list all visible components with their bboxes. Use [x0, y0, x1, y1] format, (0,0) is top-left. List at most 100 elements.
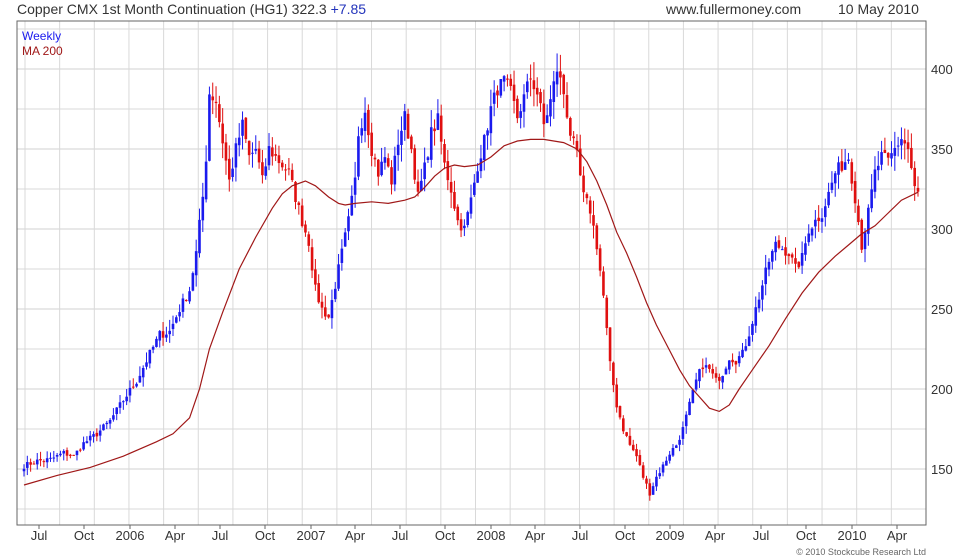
x-tick-label: Jul — [212, 528, 229, 543]
candle — [333, 281, 337, 303]
candle — [138, 366, 142, 383]
candle — [704, 357, 708, 374]
candle — [585, 192, 589, 205]
candle — [552, 70, 556, 119]
x-tick-label: Apr — [705, 528, 726, 543]
candle — [420, 168, 423, 192]
candle — [661, 461, 665, 477]
candle — [340, 239, 344, 271]
candle — [112, 408, 115, 422]
candle — [651, 482, 655, 495]
candle — [396, 129, 400, 171]
candle — [108, 418, 112, 429]
candle — [439, 104, 443, 155]
candle — [383, 146, 387, 170]
candle — [741, 342, 744, 359]
candle — [724, 366, 728, 375]
candle — [118, 395, 122, 414]
candle — [45, 451, 49, 469]
candle — [85, 436, 89, 444]
candle — [237, 123, 241, 157]
y-tick-label: 200 — [931, 382, 953, 397]
candle — [380, 147, 383, 177]
candle — [771, 249, 774, 270]
candle — [234, 137, 238, 182]
candle — [135, 382, 138, 388]
candle — [694, 372, 698, 392]
candle — [115, 407, 119, 421]
candle — [466, 210, 469, 228]
candle — [227, 145, 231, 192]
chart-grid — [17, 21, 927, 525]
candle — [853, 171, 857, 213]
candle — [141, 365, 145, 387]
candle — [208, 86, 211, 162]
x-tick-label: Oct — [796, 528, 817, 543]
candle — [314, 259, 317, 291]
candle — [254, 135, 258, 155]
candle — [175, 315, 178, 324]
candle — [701, 358, 705, 378]
candle — [588, 196, 592, 224]
candle — [310, 238, 314, 279]
candle — [343, 228, 347, 247]
candle — [42, 459, 46, 468]
candle — [555, 53, 559, 97]
candle — [668, 450, 671, 464]
candle — [171, 315, 175, 336]
candle — [916, 176, 920, 197]
candle — [747, 326, 751, 347]
candle — [241, 111, 244, 150]
candle — [406, 108, 410, 139]
candle — [843, 148, 847, 170]
candle — [330, 289, 334, 329]
candle — [307, 231, 311, 252]
candle — [188, 286, 191, 304]
candle — [165, 326, 168, 342]
x-tick-label: Oct — [435, 528, 456, 543]
candle — [565, 82, 569, 120]
candle — [449, 167, 453, 209]
candle — [469, 184, 473, 219]
candle — [476, 163, 479, 183]
candle — [833, 170, 837, 197]
candlestick-chart: 150 200 250 300 350 400 Jul Oct 2006 Apr Jul Oct 20… — [16, 20, 953, 557]
candle — [522, 84, 526, 128]
candle — [810, 227, 814, 242]
candle — [592, 200, 595, 239]
candle — [804, 236, 807, 261]
candle — [496, 85, 499, 108]
candle — [774, 236, 777, 261]
x-tick-label: Apr — [165, 528, 186, 543]
candle — [350, 185, 354, 217]
y-tick-label: 400 — [931, 62, 953, 77]
candle — [158, 330, 162, 348]
candle — [721, 375, 724, 389]
candle — [413, 144, 417, 184]
candle — [274, 144, 277, 162]
candle — [363, 97, 367, 143]
candle — [261, 149, 264, 184]
y-tick-label: 350 — [931, 142, 953, 157]
candle — [78, 448, 82, 453]
candle — [95, 428, 99, 442]
candle — [287, 158, 291, 176]
candle — [125, 388, 128, 406]
y-tick-label: 150 — [931, 462, 953, 477]
candle — [867, 204, 870, 246]
candle — [55, 452, 59, 462]
candle — [267, 133, 271, 171]
candle — [754, 296, 758, 333]
candle — [131, 378, 135, 389]
x-tick-label: Jul — [572, 528, 589, 543]
candle — [324, 295, 327, 320]
candle — [271, 137, 274, 166]
candle — [896, 136, 900, 157]
candle — [847, 152, 850, 164]
candle — [376, 158, 380, 186]
candle — [737, 351, 741, 367]
legend-ma200: MA 200 — [22, 44, 63, 58]
candle — [75, 450, 79, 461]
candle — [562, 73, 566, 109]
candle — [674, 444, 678, 449]
